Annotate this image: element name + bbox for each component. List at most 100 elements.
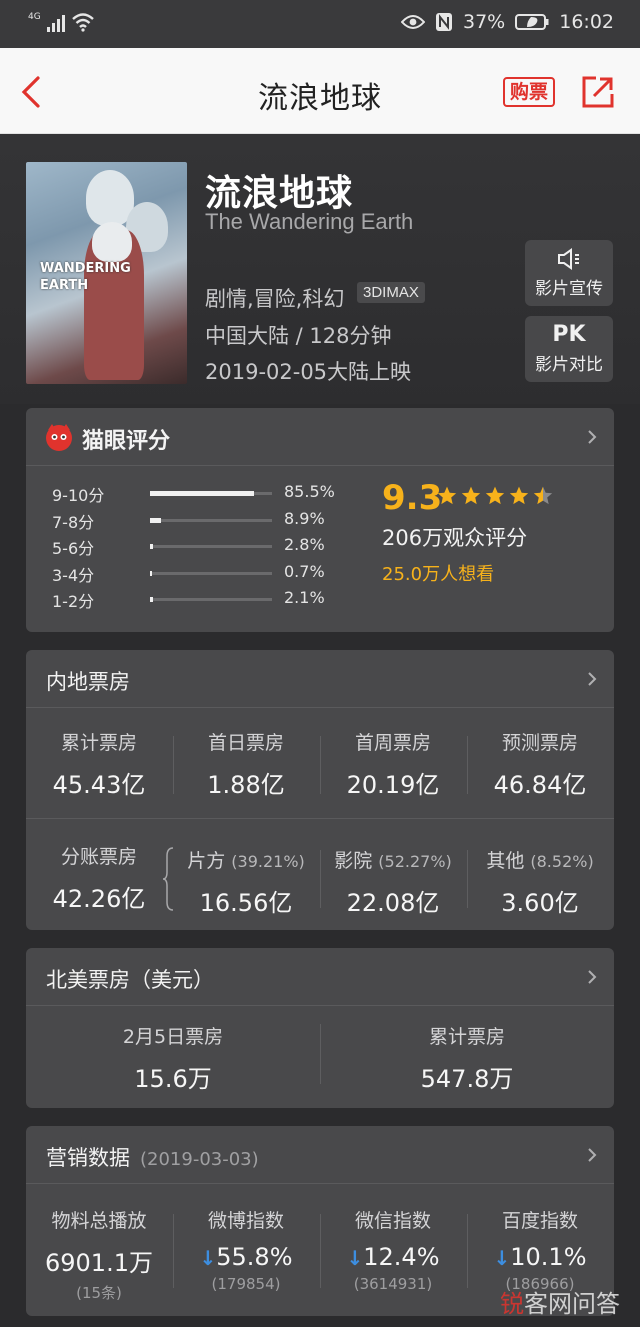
stat-label: 首日票房 — [207, 732, 284, 754]
star-icon — [461, 486, 481, 505]
stat-label: 微信指数 — [354, 1210, 431, 1232]
box-office-stat: 累计票房 547.8万 — [320, 1022, 614, 1094]
chevron-right-icon — [588, 430, 597, 444]
stat-value-row: ↓55.8% — [173, 1243, 319, 1271]
mainland-box-office-header[interactable]: 内地票房 — [26, 650, 614, 708]
stat-value: 20.19亿 — [346, 771, 440, 799]
compare-label: 影片对比 — [535, 355, 603, 375]
chevron-right-icon — [588, 1148, 597, 1162]
network-type: 4G — [28, 12, 41, 22]
stat-value: 1.88亿 — [207, 771, 285, 799]
stat-label: 片方 (39.21%) — [173, 846, 319, 873]
stat-value: 15.6万 — [134, 1065, 212, 1093]
box-office-share: 影院 (52.27%) 22.08亿 — [320, 846, 466, 918]
rating-card[interactable]: 猫眼评分 9-10分 85.5% 7-8分 8.9% 5-6分 2.8% 3-4… — [26, 408, 614, 632]
north-america-box-office-title: 北美票房（美元） — [46, 968, 214, 992]
rating-count: 206万观众评分 — [382, 526, 528, 550]
nfc-icon — [436, 13, 452, 31]
stat-value: 12.4% — [363, 1243, 440, 1271]
share-percent: (52.27%) — [378, 852, 452, 871]
stat-value: 3.60亿 — [501, 889, 579, 917]
marketing-stat: 微博指数 ↓55.8% (179854) — [173, 1206, 319, 1293]
distribution-bar-track — [150, 544, 272, 549]
split-box-office-total: 分账票房 42.26亿 — [26, 842, 172, 914]
trend-down-icon: ↓ — [493, 1246, 511, 1270]
signal-icon — [46, 14, 65, 32]
stat-subvalue: (3614931) — [353, 1275, 433, 1293]
stat-value: 22.08亿 — [346, 889, 440, 917]
box-office-share: 其他 (8.52%) 3.60亿 — [467, 846, 613, 918]
box-office-stat: 首日票房 1.88亿 — [173, 728, 319, 800]
marketing-data-date: (2019-03-03) — [140, 1149, 259, 1170]
distribution-label: 9-10分 — [52, 486, 105, 505]
divider — [26, 818, 614, 819]
watermark-brand: 客网 — [524, 1290, 572, 1318]
format-badge: 3DIMAX — [357, 282, 425, 303]
stat-label: 预测票房 — [501, 732, 578, 754]
share-percent: (39.21%) — [231, 852, 305, 871]
marketing-data-title: 营销数据 — [46, 1146, 130, 1170]
distribution-bar-fill — [150, 491, 254, 496]
watermark: 锐客网问答 — [500, 1284, 620, 1319]
chevron-right-icon — [588, 970, 597, 984]
buy-ticket-button[interactable]: 购票 — [503, 77, 555, 107]
rating-score: 9.3 — [382, 478, 443, 518]
poster-title: WANDERING EARTH — [40, 260, 131, 294]
movie-genres: 剧情,冒险,科幻 — [205, 287, 345, 311]
box-office-stat: 预测票房 46.84亿 — [467, 728, 613, 800]
stat-value: 10.1% — [510, 1243, 587, 1271]
stat-label: 物料总播放 — [51, 1210, 147, 1232]
stat-label: 累计票房 — [428, 1026, 505, 1048]
box-office-share: 片方 (39.21%) 16.56亿 — [173, 846, 319, 918]
distribution-label: 5-6分 — [52, 539, 95, 558]
distribution-percent: 2.8% — [284, 535, 325, 554]
promotion-label: 影片宣传 — [535, 279, 603, 299]
promotion-button[interactable]: 影片宣传 — [525, 240, 613, 306]
stat-value: 6901.1万 — [45, 1249, 153, 1277]
trend-down-icon: ↓ — [346, 1246, 364, 1270]
mainland-box-office-card[interactable]: 内地票房 累计票房 45.43亿 首日票房 1.88亿 首周票房 20.19亿 … — [26, 650, 614, 930]
stat-label: 累计票房 — [60, 732, 137, 754]
star-icon — [533, 486, 553, 505]
stat-label: 首周票房 — [354, 732, 431, 754]
clock: 16:02 — [559, 11, 614, 33]
share-button[interactable] — [580, 74, 616, 110]
stat-value: 42.26亿 — [52, 885, 146, 913]
megaphone-icon — [525, 246, 613, 274]
status-bar: 4G 37% 16:02 — [0, 0, 640, 48]
share-name: 影院 — [334, 850, 373, 872]
marketing-data-header[interactable]: 营销数据 (2019-03-03) — [26, 1126, 614, 1184]
stat-label: 影院 (52.27%) — [320, 846, 466, 873]
compare-button[interactable]: PK 影片对比 — [525, 316, 613, 382]
movie-poster[interactable]: WANDERING EARTH — [26, 162, 187, 384]
stat-label: 微博指数 — [207, 1210, 284, 1232]
share-name: 其他 — [486, 850, 525, 872]
want-to-watch-count: 25.0万人想看 — [382, 564, 495, 585]
north-america-box-office-card[interactable]: 北美票房（美元） 2月5日票房 15.6万 累计票房 547.8万 — [26, 948, 614, 1108]
marketing-stat: 物料总播放 6901.1万 (15条) — [26, 1206, 172, 1303]
distribution-percent: 2.1% — [284, 588, 325, 607]
battery-percent: 37% — [463, 11, 506, 33]
stat-value: 46.84亿 — [493, 771, 587, 799]
poster-title-line2: EARTH — [40, 278, 89, 293]
mainland-box-office-title: 内地票房 — [46, 670, 130, 694]
share-name: 片方 — [187, 850, 226, 872]
stat-label: 其他 (8.52%) — [467, 846, 613, 873]
north-america-box-office-header[interactable]: 北美票房（美元） — [26, 948, 614, 1006]
stat-label: 百度指数 — [501, 1210, 578, 1232]
box-office-stat: 首周票房 20.19亿 — [320, 728, 466, 800]
distribution-bar-track — [150, 518, 272, 523]
watermark-suffix: 问答 — [572, 1290, 620, 1318]
movie-english-title: The Wandering Earth — [205, 209, 414, 234]
star-icon — [485, 486, 505, 505]
stat-value: 45.43亿 — [52, 771, 146, 799]
watermark-brand-red: 锐 — [500, 1290, 524, 1318]
box-office-stat: 2月5日票房 15.6万 — [26, 1022, 320, 1094]
rating-card-header[interactable]: 猫眼评分 — [26, 408, 614, 466]
stat-label: 分账票房 — [60, 846, 137, 868]
stat-subvalue: (15条) — [76, 1284, 122, 1302]
rating-title: 猫眼评分 — [82, 429, 171, 454]
stat-label: 2月5日票房 — [122, 1026, 224, 1048]
movie-release-date: 2019-02-05大陆上映 — [205, 360, 412, 384]
stat-value-row: ↓10.1% — [467, 1243, 613, 1271]
